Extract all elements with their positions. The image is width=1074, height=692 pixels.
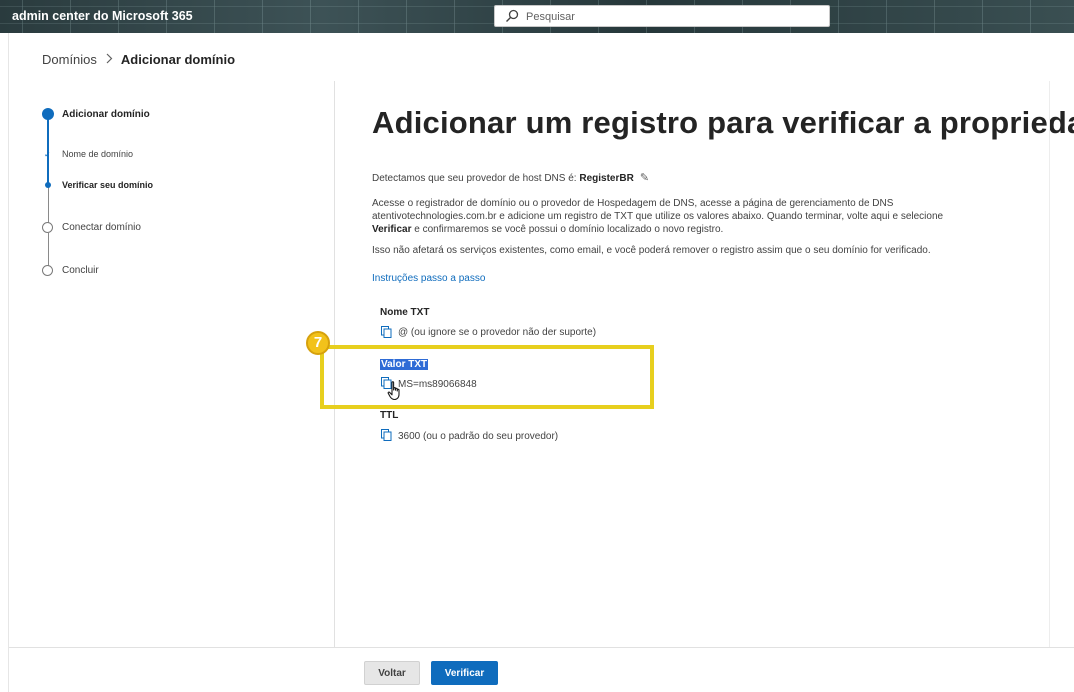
breadcrumb: Domínios Adicionar domínio (42, 52, 235, 67)
breadcrumb-current: Adicionar domínio (120, 52, 236, 67)
pencil-icon[interactable]: ✎ (640, 172, 649, 185)
instructions-line: Acesse o registrador de domínio ou o pro… (372, 198, 894, 209)
step-pending-ring (42, 222, 53, 233)
txt-name-value: @ (ou ignore se o provedor não der supor… (398, 327, 597, 338)
instructions-line-rest: e confirmaremos se você possui o domínio… (411, 224, 724, 235)
dns-provider-name: RegisterBR (579, 173, 634, 184)
step-connect-domain[interactable]: Conectar domínio (62, 222, 141, 233)
instructions-paragraph: Acesse o registrador de domínio ou o pro… (372, 197, 962, 236)
step-pending-ring (42, 265, 53, 276)
breadcrumb-domains-link[interactable]: Domínios (42, 52, 97, 67)
step-current-dot (42, 108, 54, 120)
txt-name-label: Nome TXT (380, 307, 430, 318)
ttl-value: 3600 (ou o padrão do seu provedor) (398, 431, 559, 442)
dns-provider-detection: Detectamos que seu provedor de host DNS … (372, 172, 962, 185)
step-substep-dot (45, 182, 51, 188)
step-add-domain[interactable]: Adicionar domínio (62, 109, 150, 120)
step-verify-domain[interactable]: Verificar seu domínio (62, 180, 153, 190)
checkmark-icon: ✓ (44, 150, 51, 159)
note-text: Isso não afetará os serviços existentes,… (372, 245, 931, 256)
app-frame: Domínios Adicionar domínio Adicionar dom… (8, 33, 1074, 692)
footer-bar: Voltar Verificar (9, 647, 1074, 692)
step-connector-line (47, 233, 49, 266)
side-panel-edge (1049, 81, 1074, 681)
top-bar: admin center do Microsoft 365 Pesquisar (0, 0, 1074, 33)
annotation-step-badge: 7 (306, 331, 330, 355)
instructions-line: Verificar e confirmaremos se você possui… (372, 223, 962, 236)
step-connector-line (47, 185, 49, 223)
app-title[interactable]: admin center do Microsoft 365 (12, 9, 193, 23)
search-box[interactable]: Pesquisar (494, 5, 830, 27)
back-button[interactable]: Voltar (364, 661, 420, 685)
search-placeholder[interactable]: Pesquisar (526, 11, 575, 23)
copy-icon[interactable] (381, 429, 392, 441)
copy-icon[interactable] (381, 326, 392, 338)
detect-prefix: Detectamos que seu provedor de host DNS … (372, 173, 580, 184)
step-by-step-link[interactable]: Instruções passo a passo (372, 273, 485, 284)
page-title: Adicionar um registro para verificar a p… (372, 105, 1074, 140)
instructions-line: atentivotechnologies.com.br e adicione u… (372, 211, 944, 222)
step-domain-name[interactable]: Nome de domínio (62, 149, 133, 159)
highlight-box (320, 345, 654, 409)
verify-button[interactable]: Verificar (431, 661, 498, 685)
hand-pointer-icon (387, 381, 400, 401)
chevron-right-icon (105, 53, 113, 67)
ttl-label: TTL (380, 410, 399, 421)
search-icon (506, 9, 519, 22)
wizard-steps: Adicionar domínio ✓ Nome de domínio Veri… (9, 108, 335, 681)
step-finish[interactable]: Concluir (62, 265, 99, 276)
instructions-verify-word: Verificar (372, 224, 412, 235)
